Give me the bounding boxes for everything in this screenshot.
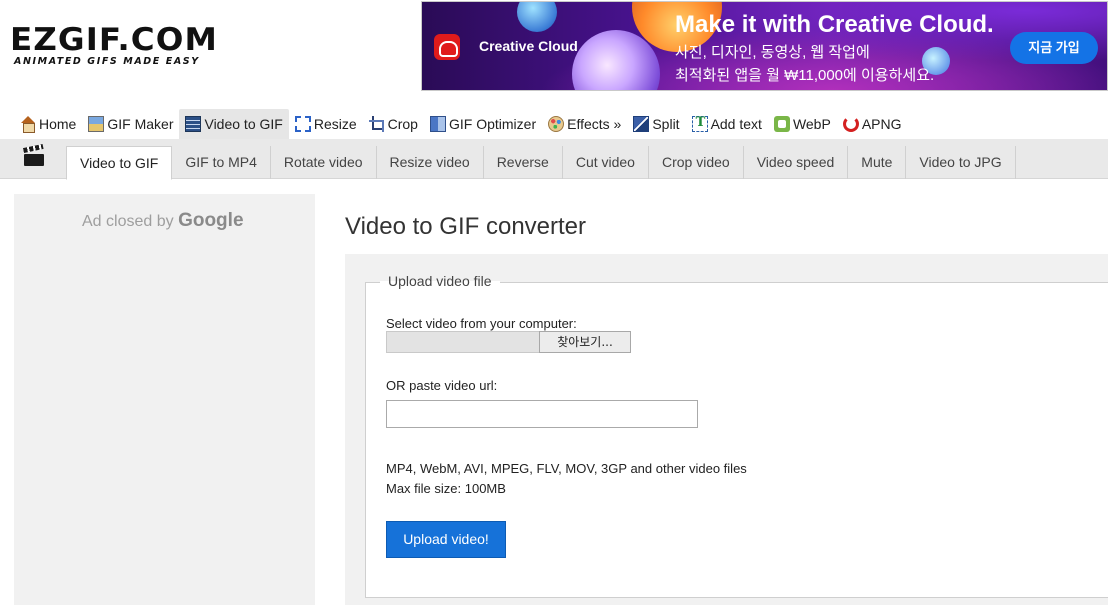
banner-subtext-line-1: 사진, 디자인, 동영상, 웹 작업에	[675, 44, 870, 61]
top-banner-ad[interactable]: Creative Cloud Make it with Creative Clo…	[421, 1, 1108, 91]
tab-gif-to-mp4[interactable]: GIF to MP4	[172, 146, 271, 179]
nav-video-to-gif[interactable]: Video to GIF	[179, 109, 289, 139]
tab-rotate-video[interactable]: Rotate video	[271, 146, 377, 179]
page-title: Video to GIF converter	[345, 213, 587, 240]
planet-decoration	[517, 2, 557, 32]
nav-label: Video to GIF	[204, 116, 283, 132]
effects-palette-icon	[548, 116, 565, 132]
film-icon	[185, 116, 202, 132]
sub-nav-tabs: Video to GIF GIF to MP4 Rotate video Res…	[66, 146, 1016, 180]
nav-label: GIF Optimizer	[448, 116, 537, 132]
add-text-icon	[691, 115, 708, 132]
tab-cut-video[interactable]: Cut video	[563, 146, 649, 179]
gif-maker-icon	[88, 116, 105, 132]
nav-label: Add text	[710, 116, 762, 132]
nav-webp[interactable]: WebP	[768, 109, 837, 139]
tab-video-to-gif[interactable]: Video to GIF	[66, 146, 173, 180]
nav-split[interactable]: Split	[627, 109, 685, 139]
nav-label: GIF Maker	[107, 116, 174, 132]
banner-headline: Make it with Creative Cloud.	[675, 11, 994, 38]
nav-label: Home	[39, 116, 77, 132]
supported-formats-note: MP4, WebM, AVI, MPEG, FLV, MOV, 3GP and …	[386, 459, 747, 499]
webp-icon	[773, 116, 790, 132]
banner-subtext-line-2: 최적화된 앱을 월 ₩11,000에 이용하세요.	[675, 67, 935, 84]
nav-gif-optimizer[interactable]: GIF Optimizer	[424, 109, 542, 139]
url-input-label: OR paste video url:	[386, 378, 498, 393]
sub-nav: Video to GIF GIF to MP4 Rotate video Res…	[0, 139, 1108, 180]
tab-video-speed[interactable]: Video speed	[744, 146, 849, 179]
nav-label: Crop	[387, 116, 418, 132]
creative-cloud-logo-icon	[434, 34, 460, 60]
upload-fieldset: Upload video file Select video from your…	[365, 273, 1108, 598]
nav-apng[interactable]: APNG	[837, 109, 908, 139]
browse-button[interactable]: 찾아보기...	[539, 331, 631, 353]
left-ad-slot: Ad closed by Google	[14, 194, 315, 605]
upload-panel: Upload video file Select video from your…	[345, 254, 1108, 605]
apng-icon	[842, 116, 859, 132]
tab-video-to-jpg[interactable]: Video to JPG	[906, 146, 1016, 179]
fieldset-legend: Upload video file	[380, 273, 500, 289]
nav-label: Split	[652, 116, 680, 132]
nav-home[interactable]: Home	[14, 109, 82, 139]
banner-brand: Creative Cloud	[479, 38, 578, 54]
crop-icon	[368, 116, 385, 132]
formats-text: MP4, WebM, AVI, MPEG, FLV, MOV, 3GP and …	[386, 461, 747, 476]
resize-icon	[294, 116, 311, 132]
nav-label: WebP	[792, 116, 831, 132]
tab-mute[interactable]: Mute	[848, 146, 907, 179]
logo-wordmark: EZGIF.COM	[10, 22, 218, 58]
banner-subtext: 사진, 디자인, 동영상, 웹 작업에 최적화된 앱을 월 ₩11,000에 이…	[675, 41, 934, 87]
nav-add-text[interactable]: Add text	[686, 109, 768, 139]
ad-closed-text: Ad closed by	[82, 213, 174, 230]
file-input-label: Select video from your computer:	[386, 316, 577, 331]
home-icon	[20, 116, 36, 133]
nav-gif-maker[interactable]: GIF Maker	[82, 109, 179, 139]
nav-label: APNG	[861, 116, 902, 132]
video-url-input[interactable]	[386, 400, 698, 428]
nav-label: Resize	[313, 116, 357, 132]
tab-resize-video[interactable]: Resize video	[377, 146, 484, 179]
nav-resize[interactable]: Resize	[289, 109, 363, 139]
max-size-text: Max file size: 100MB	[386, 481, 506, 496]
tab-crop-video[interactable]: Crop video	[649, 146, 744, 179]
file-name-display[interactable]	[386, 331, 539, 353]
main-nav: Home GIF Maker Video to GIF Resize Crop …	[14, 109, 908, 139]
clapperboard-icon	[24, 147, 46, 167]
site-logo[interactable]: EZGIF.COM ANIMATED GIFS MADE EASY	[10, 24, 242, 67]
google-logo: Google	[178, 210, 244, 231]
nav-effects[interactable]: Effects »	[542, 109, 627, 139]
nav-label: Effects »	[567, 116, 622, 132]
ad-closed-notice: Ad closed by Google	[82, 210, 244, 232]
tab-reverse[interactable]: Reverse	[484, 146, 563, 179]
banner-signup-button[interactable]: 지금 가입	[1010, 32, 1098, 64]
optimizer-icon	[429, 116, 446, 132]
split-icon	[633, 116, 650, 132]
file-input[interactable]: 찾아보기...	[386, 331, 631, 353]
nav-crop[interactable]: Crop	[363, 109, 424, 139]
upload-video-button[interactable]: Upload video!	[386, 521, 506, 558]
